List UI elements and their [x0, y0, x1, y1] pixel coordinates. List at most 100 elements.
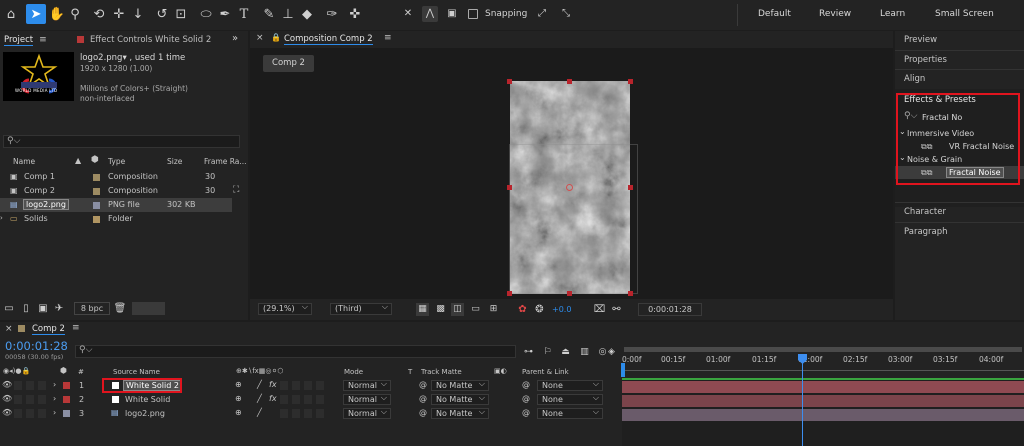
panel-paragraph[interactable]: Paragraph	[895, 222, 1024, 241]
project-row[interactable]: ▣ Comp 1 Composition 30	[0, 170, 248, 184]
switch-cell[interactable]	[316, 409, 324, 418]
type-tool-icon[interactable]: T	[237, 7, 251, 21]
panel-character[interactable]: Character	[895, 202, 1024, 221]
visibility-eye-icon[interactable]: 👁	[2, 408, 12, 417]
quality-switch-icon[interactable]: ╱	[257, 380, 262, 389]
roto-brush-icon[interactable]: ✑	[325, 7, 339, 21]
panel-properties[interactable]: Properties	[895, 50, 1024, 69]
switch-cell[interactable]	[316, 381, 324, 390]
chevron-right-icon[interactable]: ›	[53, 408, 56, 417]
fx-switch[interactable]: fx	[269, 380, 277, 389]
panel-preview[interactable]: Preview	[895, 31, 1024, 50]
layer-label-swatch[interactable]	[63, 410, 70, 417]
chevron-right-icon[interactable]: ›	[0, 214, 3, 222]
transform-handle[interactable]	[507, 185, 512, 190]
rotation-tool-icon[interactable]: ↺	[155, 7, 169, 21]
audio-toggle[interactable]	[14, 409, 22, 418]
layer-duration-bar[interactable]	[622, 381, 1024, 393]
close-icon[interactable]: ×	[5, 324, 13, 334]
pan-behind-icon[interactable]: ⊡	[174, 7, 188, 21]
dolly-camera-icon[interactable]: ↓	[131, 7, 145, 21]
solo-toggle[interactable]	[26, 381, 34, 390]
chevron-right-icon[interactable]: ›	[53, 394, 56, 403]
switch-cell[interactable]	[280, 409, 288, 418]
blend-mode-dropdown[interactable]: Normal	[343, 407, 391, 419]
ellipse-tool-icon[interactable]: ⬭	[198, 7, 214, 21]
col-track-matte[interactable]: Track Matte	[421, 368, 462, 376]
track-matte-pickwhip-icon[interactable]: @	[419, 394, 427, 403]
transform-handle[interactable]	[567, 291, 572, 296]
parent-dropdown[interactable]: None	[537, 379, 603, 391]
zoom-tool-icon[interactable]: ⚲	[68, 7, 82, 21]
work-area-bar[interactable]	[624, 347, 1022, 352]
view-axis-icon[interactable]: ▣	[446, 8, 458, 20]
visibility-eye-icon[interactable]: 👁	[2, 394, 12, 403]
panel-menu-icon[interactable]: ≡	[72, 323, 80, 333]
flowchart-icon[interactable]: ⛶	[233, 185, 239, 195]
switch-cell[interactable]	[280, 395, 288, 404]
label-swatch[interactable]	[93, 188, 100, 195]
parent-pickwhip-icon[interactable]: @	[522, 380, 530, 389]
switch-cell[interactable]	[316, 395, 324, 404]
world-axis-icon[interactable]: ⋀	[422, 6, 438, 22]
comp-mini-flowchart-icon[interactable]: ⊶	[522, 346, 535, 358]
channel-icon[interactable]: ✿	[516, 303, 529, 316]
transform-handle[interactable]	[628, 185, 633, 190]
expand-panels-icon[interactable]: »	[232, 33, 238, 44]
exposure-reset-icon[interactable]: ❂	[533, 303, 546, 316]
tab-timeline-comp[interactable]: Comp 2	[32, 324, 65, 335]
adobe-dynamic-link-icon[interactable]: ✈	[53, 303, 65, 315]
transform-handle[interactable]	[567, 79, 572, 84]
shy-switch-icon[interactable]: ⊕	[235, 394, 242, 403]
parent-pickwhip-icon[interactable]: @	[522, 408, 530, 417]
panel-align[interactable]: Align	[895, 69, 1024, 88]
layer-duration-bar[interactable]	[622, 409, 1024, 421]
zoom-dropdown[interactable]: (29.1%)	[258, 302, 312, 315]
work-area-start[interactable]	[621, 363, 625, 377]
col-mode[interactable]: Mode	[344, 368, 363, 376]
snap-options-icon[interactable]: ⤡	[560, 8, 572, 20]
shy-switch-icon[interactable]: ⊕	[235, 380, 242, 389]
chevron-right-icon[interactable]: ›	[53, 380, 56, 389]
track-matte-dropdown[interactable]: No Matte	[431, 379, 489, 391]
frame-blending-icon[interactable]: ▥	[578, 346, 591, 358]
puppet-pin-icon[interactable]: ✜	[348, 7, 362, 21]
transform-handle[interactable]	[507, 291, 512, 296]
switch-cell[interactable]	[292, 381, 300, 390]
layer-name[interactable]: logo2.png	[125, 409, 165, 418]
project-row[interactable]: ▣ Comp 2 Composition 30 ⛶	[0, 184, 248, 198]
snap-expand-icon[interactable]: ⤢	[536, 8, 548, 20]
quality-switch-icon[interactable]: ╱	[257, 408, 262, 417]
lock-toggle[interactable]	[38, 395, 46, 404]
audio-toggle[interactable]	[14, 381, 22, 390]
project-search-input[interactable]: ⚲⌵	[3, 135, 240, 148]
label-swatch[interactable]	[93, 174, 100, 181]
interpret-footage-icon[interactable]: ▭	[3, 303, 15, 315]
playhead-marker[interactable]	[797, 354, 808, 365]
pan-camera-icon[interactable]: ✛	[112, 7, 126, 21]
workspace-learn[interactable]: Learn	[880, 9, 905, 19]
layer-name[interactable]: White Solid	[125, 395, 170, 404]
audio-toggle[interactable]	[14, 395, 22, 404]
layer-label-swatch[interactable]	[63, 382, 70, 389]
solo-toggle[interactable]	[26, 395, 34, 404]
solo-toggle[interactable]	[26, 409, 34, 418]
col-size[interactable]: Size	[167, 157, 182, 166]
transform-handle[interactable]	[628, 291, 633, 296]
show-snapshot-icon[interactable]: ⚯	[610, 303, 623, 316]
parent-dropdown[interactable]: None	[537, 407, 603, 419]
brush-tool-icon[interactable]: ✎	[262, 7, 276, 21]
bit-depth-button[interactable]: 8 bpc	[74, 302, 110, 315]
switch-cell[interactable]	[304, 409, 312, 418]
blend-mode-dropdown[interactable]: Normal	[343, 393, 391, 405]
project-row-selected[interactable]: ▤ logo2.png PNG file 302 KB	[0, 198, 232, 212]
blend-mode-dropdown[interactable]: Normal	[343, 379, 391, 391]
exposure-value[interactable]: +0.0	[552, 305, 571, 314]
clone-stamp-icon[interactable]: ⊥	[281, 7, 295, 21]
fx-switch[interactable]: fx	[269, 394, 277, 403]
project-row[interactable]: › ▭ Solids Folder	[0, 212, 248, 226]
workspace-small-screen[interactable]: Small Screen	[935, 9, 994, 19]
switch-cell[interactable]	[292, 409, 300, 418]
transparency-grid-icon[interactable]: ▩	[434, 303, 447, 316]
workspace-review[interactable]: Review	[819, 9, 851, 19]
